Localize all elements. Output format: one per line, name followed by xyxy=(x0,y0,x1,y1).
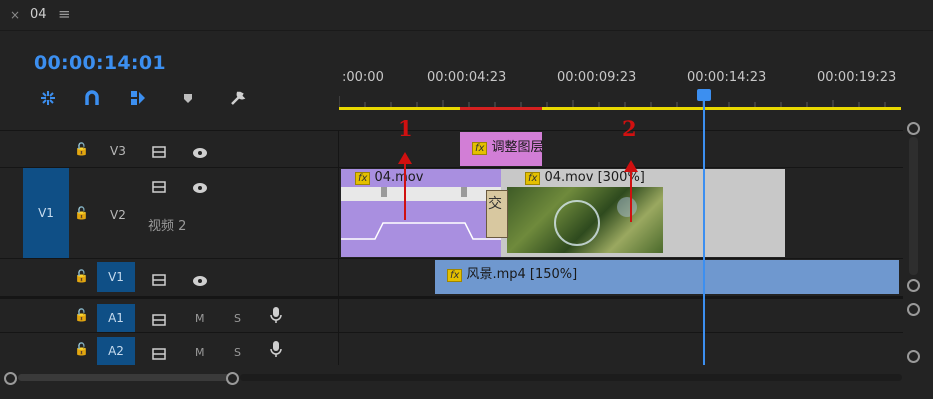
solo-button[interactable]: S xyxy=(234,346,241,359)
lock-icon[interactable]: 🔓 xyxy=(74,342,89,356)
render-status-bar xyxy=(460,107,542,110)
transition-label: 交 xyxy=(488,196,502,212)
time-ruler[interactable]: :00:00 00:00:04:23 00:00:09:23 00:00:14:… xyxy=(339,60,903,112)
track-v3-lane[interactable] xyxy=(339,131,901,167)
microphone-icon[interactable] xyxy=(270,341,282,361)
track-a1-lane[interactable] xyxy=(339,299,901,331)
ruler-tick-label: 00:00:09:23 xyxy=(557,70,637,85)
sync-lock-icon[interactable] xyxy=(152,311,166,330)
vertical-scrollbar-video[interactable] xyxy=(909,137,918,275)
video-clip-scenery[interactable]: fx 风景.mp4 [150%] xyxy=(435,260,899,294)
sync-lock-icon[interactable] xyxy=(152,271,166,290)
ruler-tick-label: :00:00 xyxy=(342,70,384,85)
annotation-arrow-up xyxy=(624,160,638,222)
fx-badge: fx xyxy=(447,269,463,282)
track-target-a2[interactable]: A2 xyxy=(97,337,135,365)
horizontal-zoom-handle-right[interactable] xyxy=(226,372,239,385)
eye-icon[interactable] xyxy=(192,144,208,163)
sync-lock-icon[interactable] xyxy=(152,178,166,197)
solo-button[interactable]: S xyxy=(234,312,241,325)
lock-icon[interactable]: 🔓 xyxy=(74,269,89,283)
sequence-tab-name[interactable]: 04 xyxy=(30,7,47,22)
work-area-bar[interactable] xyxy=(339,107,901,110)
fx-badge: fx xyxy=(472,142,488,155)
audio-scroll-handle-top[interactable] xyxy=(907,303,920,316)
track-name-v2[interactable]: 视频 2 xyxy=(148,215,186,234)
track-label-v2[interactable]: V2 xyxy=(110,208,126,222)
linked-selection-icon[interactable] xyxy=(126,86,150,110)
clip-label: 风景.mp4 [150%] xyxy=(466,267,578,282)
playhead-timecode[interactable]: 00:00:14:01 xyxy=(34,52,166,74)
video-clip-04-mov-300[interactable]: fx 04.mov [300%] xyxy=(501,169,785,257)
ruler-tick-label: 00:00:14:23 xyxy=(687,70,767,85)
timeline-settings-wrench-icon[interactable] xyxy=(226,86,250,110)
track-label-v3[interactable]: V3 xyxy=(110,144,126,158)
vertical-zoom-handle-bottom[interactable] xyxy=(907,279,920,292)
eye-icon[interactable] xyxy=(192,272,208,291)
source-patch-v1[interactable]: V1 xyxy=(23,168,69,258)
adjustment-layer-clip[interactable]: fx 调整图层 xyxy=(460,132,542,166)
microphone-icon[interactable] xyxy=(270,307,282,327)
nest-sequence-icon[interactable] xyxy=(36,86,60,110)
horizontal-scrollbar[interactable] xyxy=(18,374,230,381)
track-a2-lane[interactable] xyxy=(339,333,901,365)
close-tab-icon[interactable]: × xyxy=(10,8,20,22)
annotation-number: 1 xyxy=(398,116,413,141)
keyframe-marker[interactable] xyxy=(381,187,387,197)
horizontal-zoom-handle-left[interactable] xyxy=(4,372,17,385)
lock-icon[interactable]: 🔓 xyxy=(74,206,89,220)
lock-icon[interactable]: 🔓 xyxy=(74,142,89,156)
cross-dissolve-transition[interactable]: 交 xyxy=(486,190,508,238)
bottom-bar xyxy=(0,366,933,399)
audio-scroll-handle-bottom[interactable] xyxy=(907,350,920,363)
header-lane-separator xyxy=(338,131,339,365)
panel-tab-bar xyxy=(0,0,933,30)
eye-icon[interactable] xyxy=(192,179,208,198)
lock-icon[interactable]: 🔓 xyxy=(74,308,89,322)
playhead-line[interactable] xyxy=(703,100,705,365)
track-target-v1[interactable]: V1 xyxy=(97,262,135,292)
sync-lock-icon[interactable] xyxy=(152,345,166,364)
fx-badge: fx xyxy=(525,172,541,185)
panel-menu-icon[interactable]: ≡ xyxy=(58,5,71,23)
mute-button[interactable]: M xyxy=(195,346,205,359)
ruler-tick-label: 00:00:19:23 xyxy=(817,70,897,85)
snap-icon[interactable] xyxy=(80,86,104,110)
add-marker-icon[interactable] xyxy=(176,86,200,110)
vertical-zoom-handle-top[interactable] xyxy=(907,122,920,135)
ruler-tick-label: 00:00:04:23 xyxy=(427,70,507,85)
sync-lock-icon[interactable] xyxy=(152,143,166,162)
header-divider xyxy=(0,30,933,31)
horizontal-scroll-track[interactable] xyxy=(240,374,902,381)
keyframe-marker[interactable] xyxy=(461,187,467,197)
track-target-a1[interactable]: A1 xyxy=(97,304,135,332)
annotation-number: 2 xyxy=(622,116,637,141)
fx-badge: fx xyxy=(355,172,371,185)
clip-keyframe-strip xyxy=(341,187,501,201)
opacity-rubber-band[interactable] xyxy=(341,201,501,257)
clip-label: 调整图层 xyxy=(491,140,542,155)
video-clip-04-mov[interactable]: fx 04.mov xyxy=(341,169,501,257)
annotation-arrow-up xyxy=(398,152,412,220)
mute-button[interactable]: M xyxy=(195,312,205,325)
